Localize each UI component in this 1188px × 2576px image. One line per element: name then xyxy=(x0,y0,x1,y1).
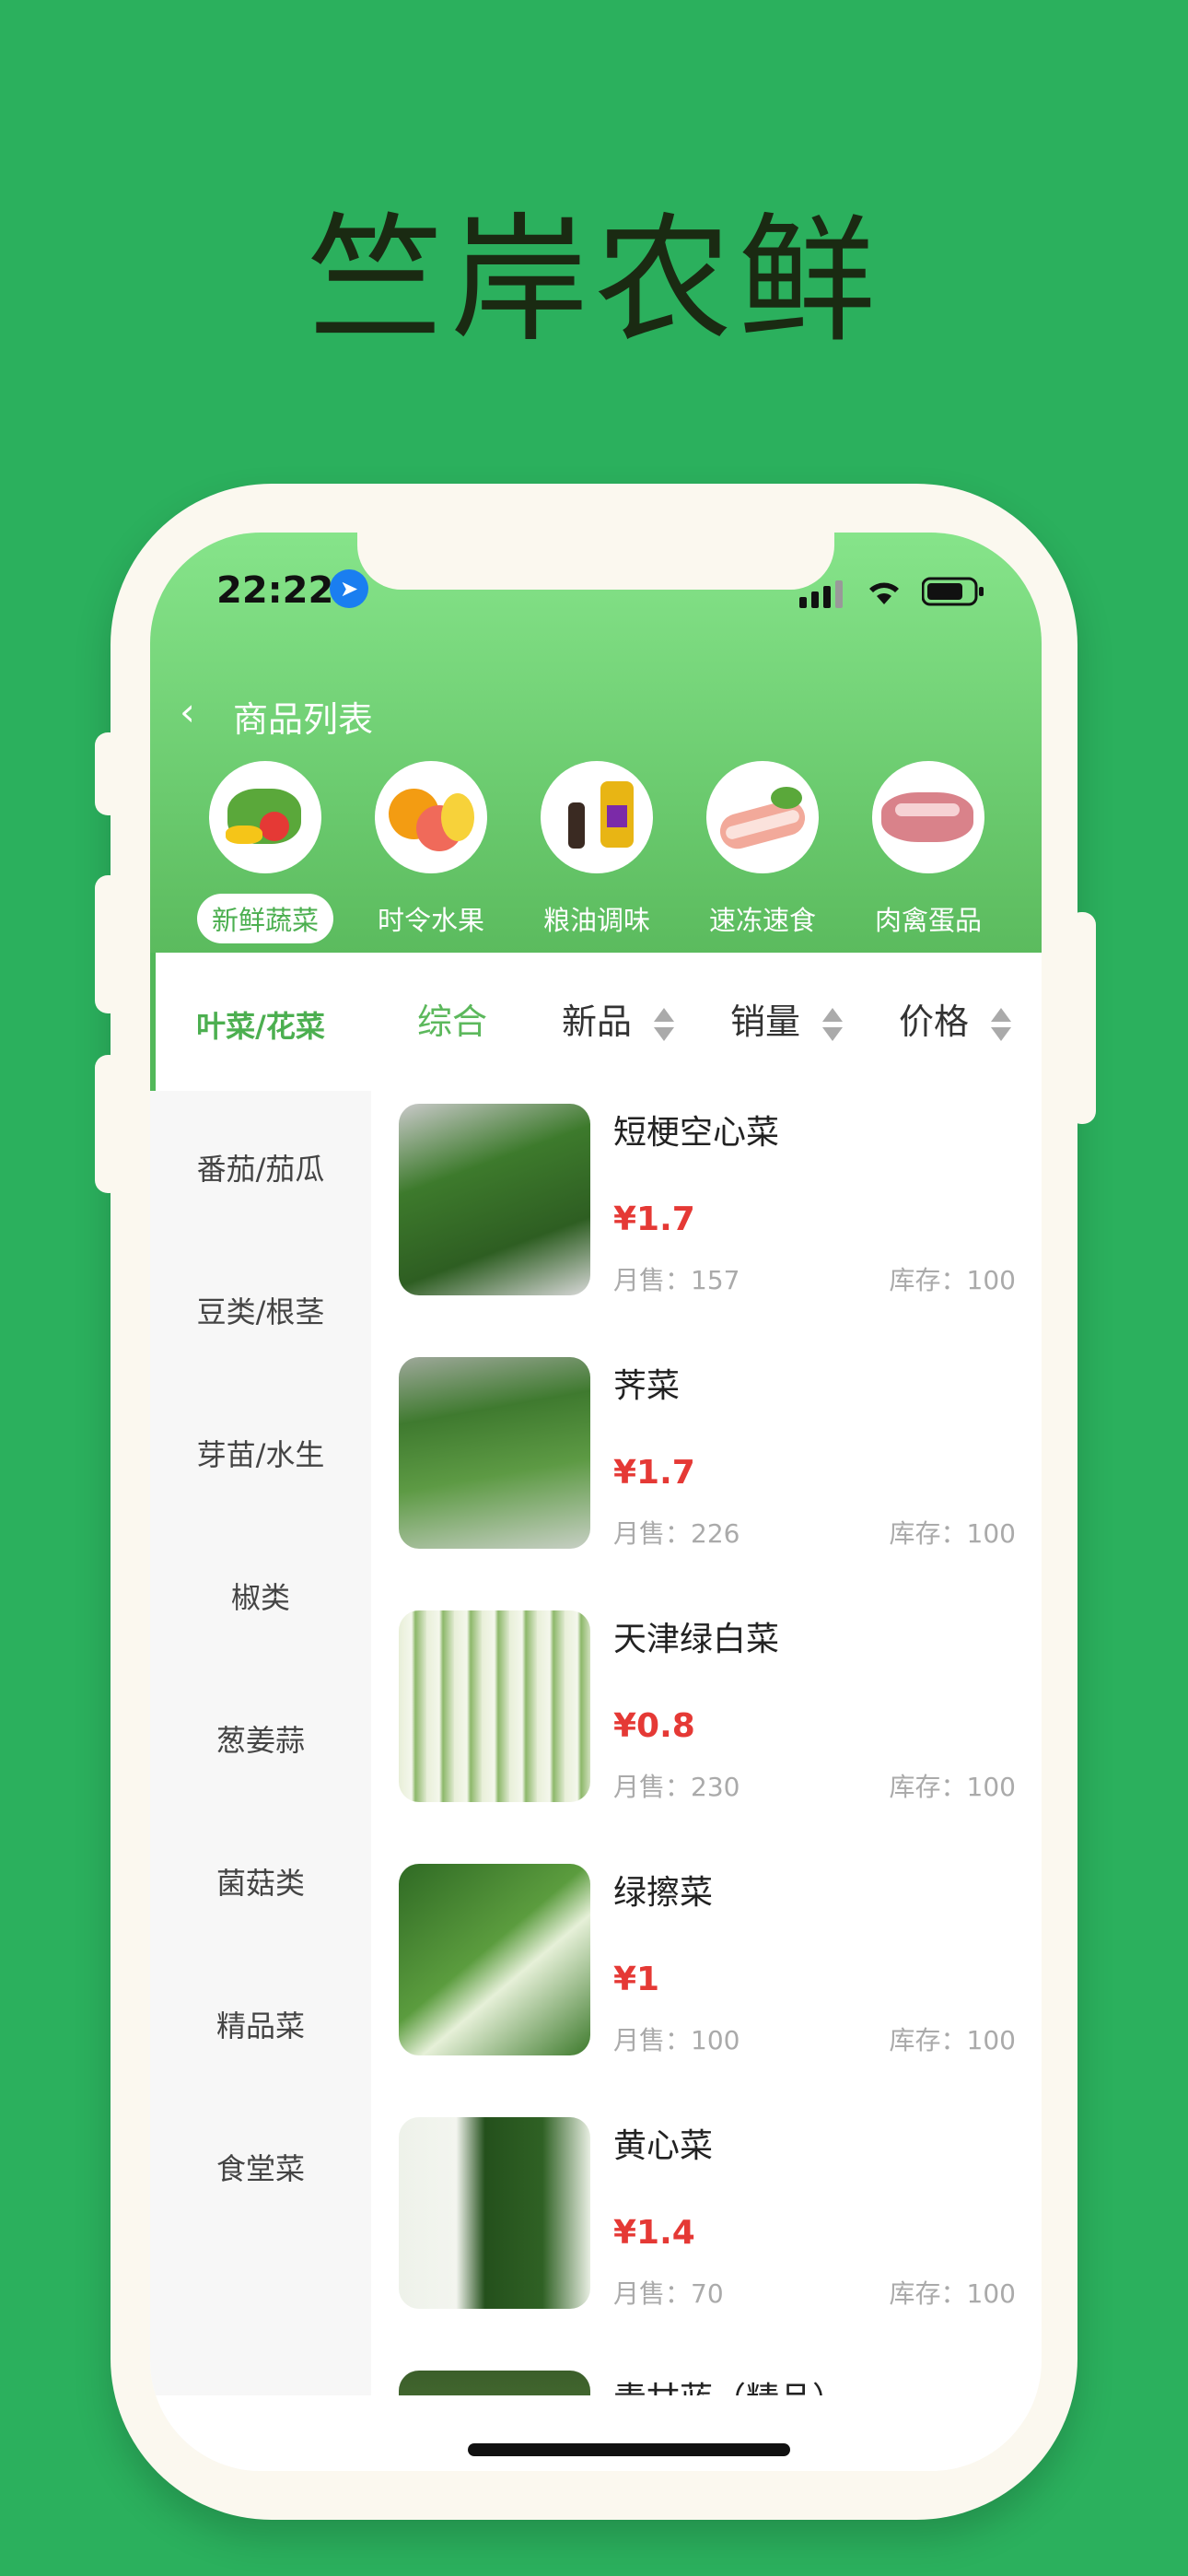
sidebar-item-sprouts[interactable]: 芽苗/水生 xyxy=(150,1432,371,1474)
product-monthly-sales: 月售：226 xyxy=(613,1518,740,1549)
product-price: ¥1.4 xyxy=(613,2214,695,2252)
category-label: 粮油调味 xyxy=(542,905,650,936)
product-card[interactable]: 绿擦菜 ¥1 月售：100 库存：100 xyxy=(399,1864,1016,2057)
category-item-fruits[interactable]: 时令水果 xyxy=(348,761,514,943)
sort-arrows-icon xyxy=(822,1007,844,1041)
product-name: 短梗空心菜 xyxy=(613,1114,780,1152)
product-monthly-sales: 月售：70 xyxy=(613,2278,724,2309)
category-label: 肉禽蛋品 xyxy=(874,905,982,936)
home-indicator[interactable] xyxy=(468,2443,790,2456)
phone-notch xyxy=(357,533,834,590)
product-stock: 库存：100 xyxy=(889,2025,1016,2055)
product-monthly-sales: 月售：157 xyxy=(613,1265,740,1295)
frozen-food-image xyxy=(706,761,819,873)
fruits-image xyxy=(375,761,487,873)
sidebar-item-beans[interactable]: 豆类/根茎 xyxy=(150,1289,371,1331)
phone-side-button xyxy=(95,732,122,815)
sort-arrows-icon xyxy=(991,1007,1012,1041)
sort-price[interactable]: 价格 xyxy=(899,993,1013,1044)
category-item-meat[interactable]: 肉禽蛋品 xyxy=(845,761,1011,943)
product-monthly-sales: 月售：100 xyxy=(613,2025,740,2055)
phone-side-button xyxy=(95,875,122,1013)
product-price: ¥1.7 xyxy=(613,1200,695,1238)
product-stock: 库存：100 xyxy=(889,1518,1016,1549)
category-item-frozen[interactable]: 速冻速食 xyxy=(680,761,845,943)
back-chevron-icon[interactable]: ‹ xyxy=(180,689,195,734)
product-image xyxy=(399,1357,590,1549)
oils-image xyxy=(541,761,653,873)
sidebar-item-mushrooms[interactable]: 菌菇类 xyxy=(150,1860,371,1903)
category-label: 时令水果 xyxy=(377,905,484,936)
sort-sales[interactable]: 销量 xyxy=(730,993,844,1044)
sort-label: 综合 xyxy=(417,1001,488,1042)
sidebar-item-premium[interactable]: 精品菜 xyxy=(150,2003,371,2045)
sidebar-item-onion-garlic[interactable]: 葱姜蒜 xyxy=(150,1717,371,1760)
sort-arrows-icon xyxy=(654,1007,675,1041)
meat-image xyxy=(872,761,984,873)
sort-new[interactable]: 新品 xyxy=(562,993,676,1044)
sort-comprehensive[interactable]: 综合 xyxy=(417,993,487,1044)
product-price: ¥1 xyxy=(613,1961,660,1998)
category-item-oils[interactable]: 粮油调味 xyxy=(514,761,680,943)
product-image xyxy=(399,1104,590,1295)
category-label: 速冻速食 xyxy=(708,905,816,936)
cellular-signal-icon xyxy=(799,580,843,608)
app-screen: 22:22 ➤ ‹ 商品列表 新鲜蔬菜 时令水果 粮油调味 速冻速食 肉禽蛋品 … xyxy=(150,533,1042,2471)
product-name: 荠菜 xyxy=(613,1367,681,1405)
product-card[interactable]: 荠菜 ¥1.7 月售：226 库存：100 xyxy=(399,1357,1016,1551)
product-card[interactable]: 短梗空心菜 ¥1.7 月售：157 库存：100 xyxy=(399,1104,1016,1297)
product-stock: 库存：100 xyxy=(889,2278,1016,2309)
product-card[interactable]: 黄心菜 ¥1.4 月售：70 库存：100 xyxy=(399,2117,1016,2311)
category-strip: 新鲜蔬菜 时令水果 粮油调味 速冻速食 肉禽蛋品 xyxy=(150,761,1042,945)
category-sidebar: 叶菜/花菜 番茄/茄瓜 豆类/根茎 芽苗/水生 椒类 葱姜蒜 菌菇类 精品菜 食… xyxy=(150,953,371,2471)
location-arrow-icon: ➤ xyxy=(330,569,368,608)
product-price: ¥1.7 xyxy=(613,1454,695,1492)
product-image xyxy=(399,1610,590,1802)
wifi-icon xyxy=(869,582,899,604)
product-name: 天津绿白菜 xyxy=(613,1621,780,1658)
sort-label: 价格 xyxy=(899,1001,970,1042)
sidebar-item-canteen[interactable]: 食堂菜 xyxy=(150,2146,371,2188)
product-stock: 库存：100 xyxy=(889,1772,1016,1802)
sort-label: 新品 xyxy=(562,1001,633,1042)
product-name: 绿擦菜 xyxy=(613,1874,714,1912)
sort-label: 销量 xyxy=(730,1001,801,1042)
phone-side-button xyxy=(1068,912,1096,1124)
home-indicator-area xyxy=(150,2395,1042,2471)
phone-side-button xyxy=(95,1055,122,1193)
product-name: 黄心菜 xyxy=(613,2127,714,2165)
vegetables-image xyxy=(209,761,321,873)
category-item-vegetables[interactable]: 新鲜蔬菜 xyxy=(182,761,348,943)
product-price: ¥0.8 xyxy=(613,1707,695,1745)
battery-icon xyxy=(922,577,984,606)
sidebar-item-peppers[interactable]: 椒类 xyxy=(150,1575,371,1617)
promo-headline: 竺岸农鲜 xyxy=(306,201,881,361)
product-card[interactable]: 天津绿白菜 ¥0.8 月售：230 库存：100 xyxy=(399,1610,1016,1804)
sort-bar: 综合 新品 销量 价格 xyxy=(371,953,1042,1091)
product-image xyxy=(399,1864,590,2055)
page-title: 商品列表 xyxy=(233,699,374,740)
product-image xyxy=(399,2117,590,2309)
status-time: 22:22 xyxy=(216,569,334,612)
sidebar-item-tomato[interactable]: 番茄/茄瓜 xyxy=(150,1146,371,1188)
product-monthly-sales: 月售：230 xyxy=(613,1772,740,1802)
product-stock: 库存：100 xyxy=(889,1265,1016,1295)
category-label: 新鲜蔬菜 xyxy=(196,894,333,943)
sidebar-item-leafy[interactable]: 叶菜/花菜 xyxy=(150,1003,371,1046)
